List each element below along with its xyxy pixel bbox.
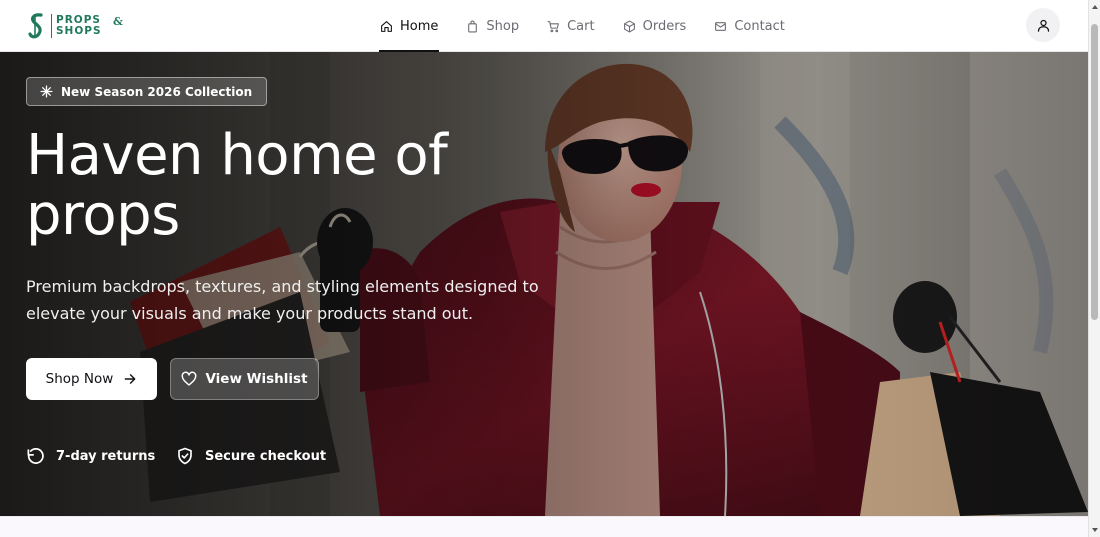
user-icon <box>1037 19 1049 32</box>
nav-item-shop[interactable]: Shop <box>465 0 520 52</box>
logo-ampersand: & <box>113 15 123 28</box>
nav-label-contact: Contact <box>734 18 785 34</box>
nav-label-home: Home <box>400 18 439 34</box>
main-nav: Home Shop Cart Orders Contact <box>379 0 812 52</box>
nav-label-orders: Orders <box>642 18 687 34</box>
scroll-up-arrow-icon[interactable] <box>1091 3 1099 11</box>
nav-label-shop: Shop <box>486 18 520 34</box>
heart-icon <box>182 371 197 386</box>
scroll-down-arrow-icon[interactable] <box>1091 526 1099 534</box>
arrow-right-icon <box>124 374 136 384</box>
hero-section: New Season 2026 Collection Haven home of… <box>0 52 1088 516</box>
nav-item-cart[interactable]: Cart <box>546 0 596 52</box>
season-badge: New Season 2026 Collection <box>26 77 268 106</box>
logo-divider <box>51 14 52 38</box>
rotate-ccw-icon <box>27 448 44 464</box>
feature-returns-label: 7-day returns <box>56 449 156 464</box>
view-wishlist-button[interactable]: View Wishlist <box>170 358 319 400</box>
nav-item-home[interactable]: Home <box>379 0 440 52</box>
logo-wordmark: PROPS SHOPS <box>56 15 102 37</box>
mail-icon <box>715 21 727 31</box>
logo-mark-icon <box>27 12 47 40</box>
hero-subtitle: Premium backdrops, textures, and styling… <box>26 277 539 323</box>
shield-check-icon <box>178 447 192 465</box>
nav-item-contact[interactable]: Contact <box>713 0 786 52</box>
nav-item-orders[interactable]: Orders <box>622 0 688 52</box>
season-badge-label: New Season 2026 Collection <box>61 84 253 99</box>
sparkle-icon <box>40 85 53 98</box>
cart-icon <box>547 20 560 32</box>
feature-secure-checkout: Secure checkout <box>176 447 326 465</box>
view-wishlist-label: View Wishlist <box>205 371 308 387</box>
shop-now-label: Shop Now <box>45 371 114 387</box>
page-scrollbar[interactable] <box>1088 0 1100 537</box>
brand-logo[interactable]: PROPS SHOPS & <box>27 11 123 41</box>
box-icon <box>623 20 635 32</box>
home-icon <box>381 20 392 32</box>
below-fold-section <box>0 516 1088 537</box>
user-account-button[interactable] <box>1026 8 1060 42</box>
feature-returns: 7-day returns <box>26 447 155 466</box>
scrollbar-thumb[interactable] <box>1091 24 1098 320</box>
site-header: PROPS SHOPS & Home Shop Cart Orders Cont… <box>0 0 1088 52</box>
hero-title: Haven home of props <box>26 123 448 248</box>
shop-now-button[interactable]: Shop Now <box>26 358 157 400</box>
bag-icon <box>468 20 478 32</box>
feature-secure-label: Secure checkout <box>205 448 327 464</box>
logo-line-2: SHOPS <box>56 25 102 37</box>
nav-label-cart: Cart <box>567 18 595 34</box>
